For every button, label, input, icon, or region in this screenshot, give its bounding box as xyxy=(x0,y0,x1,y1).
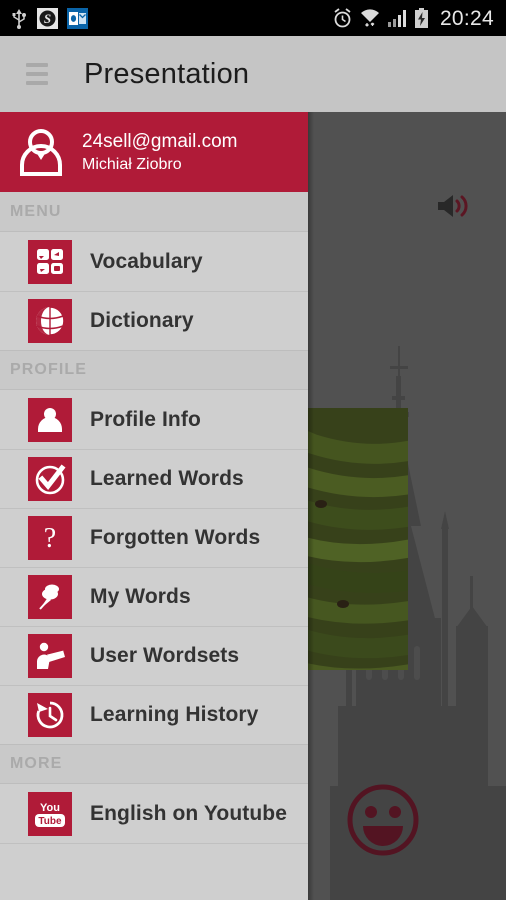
status-bar: S 20:24 xyxy=(0,0,506,36)
check-circle-icon xyxy=(28,457,72,501)
person-icon xyxy=(28,397,72,442)
account-header[interactable]: 24sell@gmail.com Michiał Ziobro xyxy=(0,112,308,192)
outlook-icon xyxy=(67,7,88,29)
drawer-item-my-words[interactable]: My Words xyxy=(0,567,308,626)
drawer-item-label: Learned Words xyxy=(90,467,244,490)
svg-text:?: ? xyxy=(44,523,56,554)
drawer-item-label: English on Youtube xyxy=(90,801,288,825)
drawer-item-label: Vocabulary xyxy=(90,249,203,273)
status-time: 20:24 xyxy=(439,6,494,30)
drawer-item-user-wordsets[interactable]: User Wordsets xyxy=(0,626,308,685)
drawer-item-dictionary[interactable]: Dictionary xyxy=(0,291,308,350)
question-mark-icon: ? xyxy=(28,516,72,560)
action-bar: Presentation xyxy=(0,36,506,112)
drawer-item-label: Learning History xyxy=(90,703,259,726)
svg-text:Tube: Tube xyxy=(38,816,62,827)
alarm-icon xyxy=(334,7,351,27)
account-name: Michiał Ziobro xyxy=(82,156,182,173)
drawer-item-profile-info[interactable]: Profile Info xyxy=(0,390,308,449)
page-title: Presentation xyxy=(84,57,250,90)
navigation-drawer: 24sell@gmail.com Michiał Ziobro MENU Voc… xyxy=(0,112,308,900)
person-icon xyxy=(20,129,62,176)
section-header-more: MORE xyxy=(0,744,308,784)
drawer-item-label: Forgotten Words xyxy=(90,526,261,549)
battery-charging-icon xyxy=(414,7,428,28)
drawer-shadow xyxy=(308,112,314,900)
drawer-empty-space xyxy=(0,844,308,900)
drawer-item-label: My Words xyxy=(90,585,191,608)
svg-text:You: You xyxy=(40,802,60,814)
youtube-icon: You Tube xyxy=(28,791,72,836)
drawer-item-learning-history[interactable]: Learning History xyxy=(0,685,308,744)
signal-icon xyxy=(387,9,406,27)
drawer-item-english-on-youtube[interactable]: You Tube English on Youtube xyxy=(0,784,308,843)
drawer-item-label: Dictionary xyxy=(90,309,194,332)
globe-icon xyxy=(28,299,72,343)
drawer-item-label: User Wordsets xyxy=(90,644,240,667)
phone-screen: Presentation 24sell@gmail.com Michiał Zi… xyxy=(0,0,506,900)
section-header-menu: MENU xyxy=(0,192,308,232)
person-reading-icon xyxy=(28,634,72,678)
wifi-icon xyxy=(360,9,379,27)
section-header-profile: PROFILE xyxy=(0,350,308,390)
drawer-item-forgotten-words[interactable]: ? Forgotten Words xyxy=(0,508,308,567)
drawer-item-label: Profile Info xyxy=(90,407,201,431)
hamburger-icon[interactable] xyxy=(18,55,56,93)
drawer-item-learned-words[interactable]: Learned Words xyxy=(0,449,308,508)
skype-icon: S xyxy=(37,7,58,29)
grid-tiles-icon xyxy=(28,239,72,284)
clock-history-icon xyxy=(28,693,72,737)
account-email: 24sell@gmail.com xyxy=(82,131,238,152)
drawer-item-vocabulary[interactable]: Vocabulary xyxy=(0,232,308,291)
pushpin-icon xyxy=(28,575,72,619)
usb-icon xyxy=(12,9,26,29)
svg-text:S: S xyxy=(44,11,51,26)
